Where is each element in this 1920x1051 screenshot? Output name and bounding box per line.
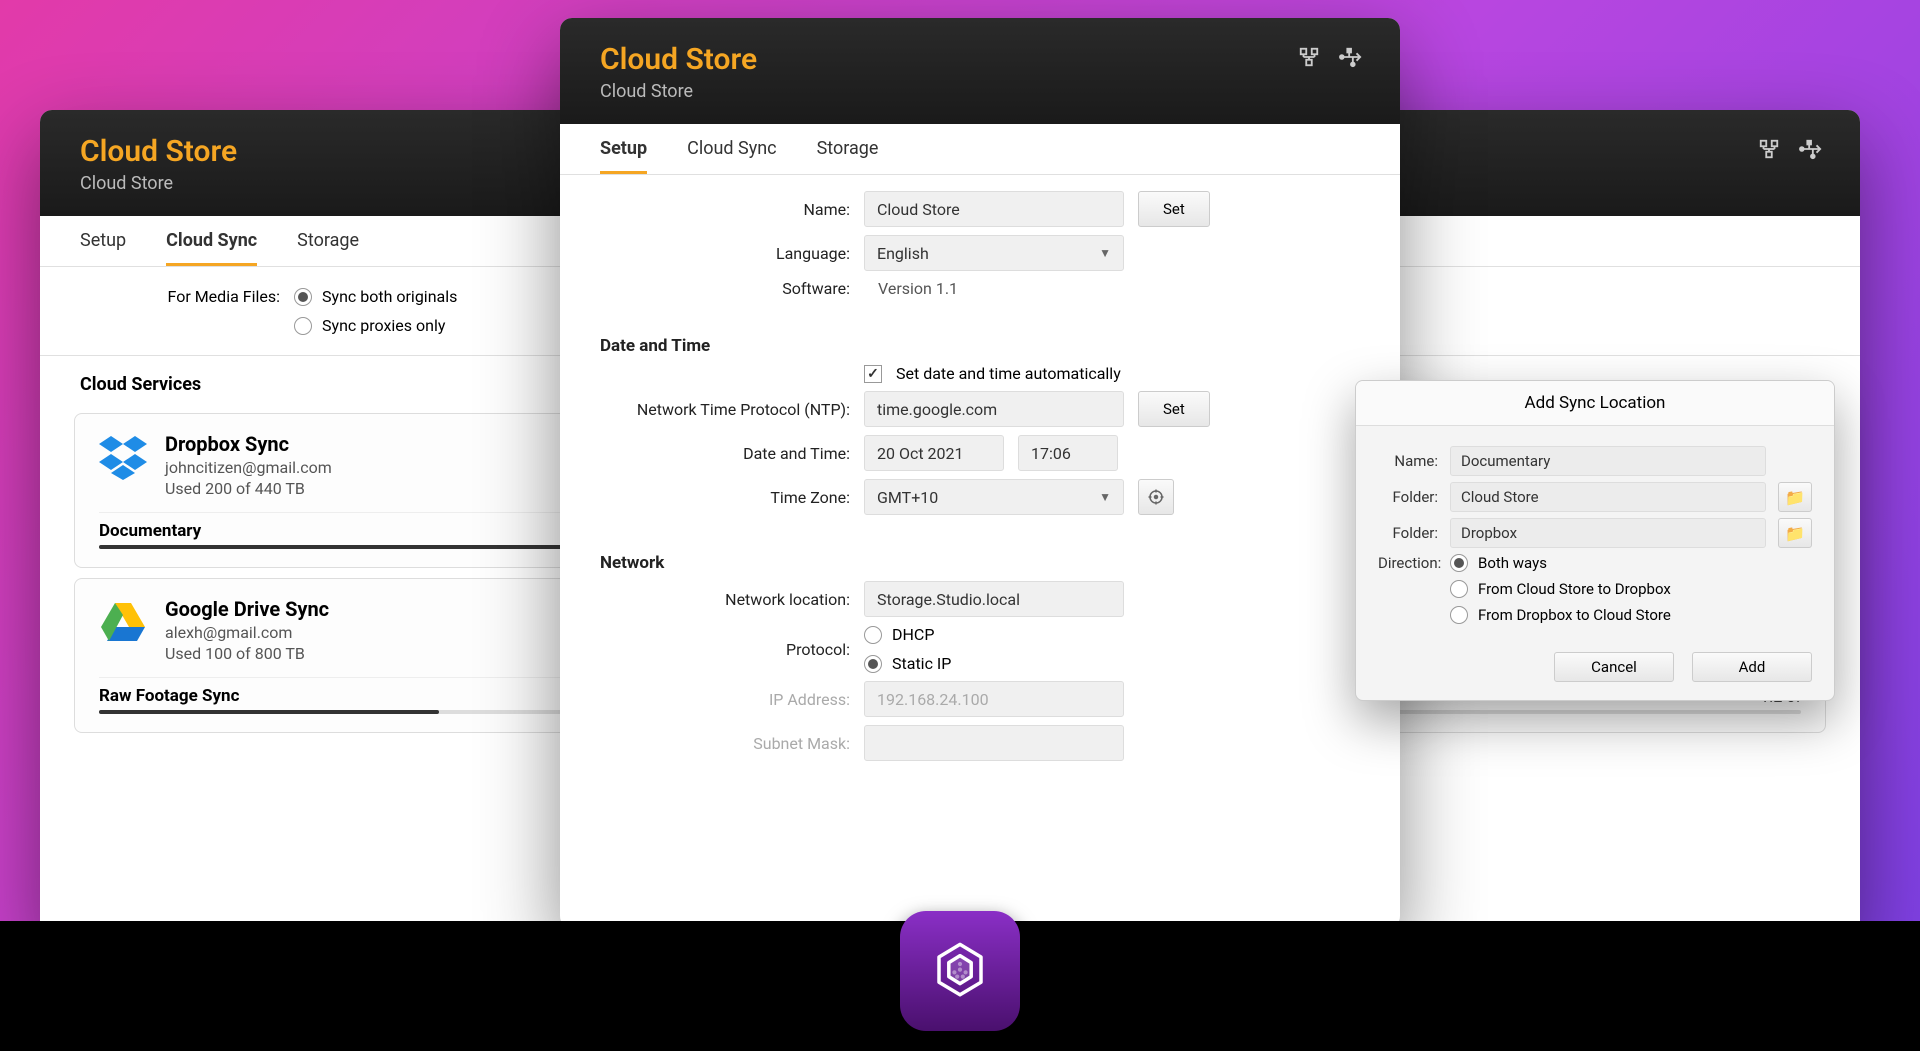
tab-storage[interactable]: Storage xyxy=(297,230,359,266)
dlg-folder1-label: Folder: xyxy=(1378,488,1438,506)
media-opt-proxies[interactable]: Sync proxies only xyxy=(294,316,457,335)
netloc-input portset[interactable]: Storage.Studio.local xyxy=(864,581,1124,617)
gdrive-icon xyxy=(99,597,147,645)
service-account: alexh@gmail.com xyxy=(165,623,329,642)
network-icon[interactable] xyxy=(1758,138,1780,160)
set-name-button[interactable]: Set xyxy=(1138,191,1210,227)
media-opt-both[interactable]: Sync both originals xyxy=(294,287,457,306)
browse-folder1-button[interactable]: 📁 xyxy=(1778,482,1812,512)
browse-folder2-button[interactable]: 📁 xyxy=(1778,518,1812,548)
service-usage: Used 200 of 440 TB xyxy=(165,479,332,498)
protocol-static[interactable]: Static IP xyxy=(864,654,951,673)
software-label: Software: xyxy=(600,279,850,298)
locate-timezone-button[interactable] xyxy=(1138,479,1174,515)
dlg-folder2-input[interactable]: Dropbox xyxy=(1450,518,1766,548)
usb-icon[interactable] xyxy=(1338,46,1364,68)
media-opt-label: Sync both originals xyxy=(322,287,457,306)
ntp-input[interactable]: time.google.com xyxy=(864,391,1124,427)
service-account: johncitizen@gmail.com xyxy=(165,458,332,477)
dialog-title: Add Sync Location xyxy=(1356,381,1834,426)
netloc-label: Network location: xyxy=(600,590,850,609)
network-icon[interactable] xyxy=(1298,46,1320,68)
radio-icon xyxy=(294,288,312,306)
timezone-label: Time Zone: xyxy=(600,488,850,507)
date-input[interactable]: 20 Oct 2021 xyxy=(864,435,1004,471)
service-title: Google Drive Sync xyxy=(165,597,329,621)
datetime-label: Date and Time: xyxy=(600,444,850,463)
dlg-folder2-label: Folder: xyxy=(1378,524,1438,542)
app-icon[interactable] xyxy=(900,911,1020,1031)
tabs-row: Setup Cloud Sync Storage xyxy=(560,124,1400,175)
window-title: Cloud Store xyxy=(600,42,1360,77)
set-ntp-button[interactable]: Set xyxy=(1138,391,1210,427)
window-header: Cloud Store Cloud Store xyxy=(560,18,1400,124)
dlg-name-label: Name: xyxy=(1378,452,1438,470)
direction-to-dropbox[interactable]: From Cloud Store to Dropbox xyxy=(1450,580,1671,598)
radio-icon xyxy=(864,655,882,673)
ntp-label: Network Time Protocol (NTP): xyxy=(600,400,850,419)
radio-icon xyxy=(294,317,312,335)
add-sync-dialog: Add Sync Location Name: Documentary Fold… xyxy=(1355,380,1835,701)
window-subtitle: Cloud Store xyxy=(600,81,1360,102)
folder-icon: 📁 xyxy=(1785,488,1805,507)
service-usage: Used 100 of 800 TB xyxy=(165,644,329,663)
name-label: Name: xyxy=(600,200,850,219)
language-label: Language: xyxy=(600,244,850,263)
time-input[interactable]: 17:06 xyxy=(1018,435,1118,471)
media-files-label: For Media Files: xyxy=(80,287,280,335)
ip-input[interactable]: 192.168.24.100 xyxy=(864,681,1124,717)
protocol-dhcp[interactable]: DHCP xyxy=(864,625,951,644)
subnet-input[interactable] xyxy=(864,725,1124,761)
radio-icon xyxy=(864,626,882,644)
window-setup: Cloud Store Cloud Store Setup Cloud Sync… xyxy=(560,18,1400,928)
tab-setup[interactable]: Setup xyxy=(80,230,126,266)
radio-icon xyxy=(1450,554,1468,572)
dlg-folder1-input[interactable]: Cloud Store xyxy=(1450,482,1766,512)
tab-cloudsync[interactable]: Cloud Sync xyxy=(166,230,257,266)
date-time-heading: Date and Time xyxy=(600,336,1360,356)
chevron-down-icon: ▼ xyxy=(1099,246,1111,260)
radio-icon xyxy=(1450,580,1468,598)
subnet-label: Subnet Mask: xyxy=(600,734,850,753)
chevron-down-icon: ▼ xyxy=(1099,490,1111,504)
media-opt-label: Sync proxies only xyxy=(322,316,445,335)
sync-name: Raw Footage Sync xyxy=(99,686,239,706)
software-version: Version 1.1 xyxy=(864,279,958,298)
dlg-direction-label: Direction: xyxy=(1378,554,1438,572)
usb-icon[interactable] xyxy=(1798,138,1824,160)
tab-setup[interactable]: Setup xyxy=(600,138,647,174)
sync-name: Documentary xyxy=(99,521,201,541)
dropbox-icon xyxy=(99,432,147,480)
dlg-name-input[interactable]: Documentary xyxy=(1450,446,1766,476)
add-button[interactable]: Add xyxy=(1692,652,1812,682)
tab-storage[interactable]: Storage xyxy=(817,138,879,174)
timezone-select[interactable]: GMT+10▼ xyxy=(864,479,1124,515)
cancel-button[interactable]: Cancel xyxy=(1554,652,1674,682)
folder-icon: 📁 xyxy=(1785,524,1805,543)
ip-label: IP Address: xyxy=(600,690,850,709)
direction-to-cloudstore[interactable]: From Dropbox to Cloud Store xyxy=(1450,606,1671,624)
auto-date-label: Set date and time automatically xyxy=(896,364,1121,383)
service-title: Dropbox Sync xyxy=(165,432,332,456)
auto-date-checkbox[interactable] xyxy=(864,365,882,383)
radio-icon xyxy=(1450,606,1468,624)
protocol-label: Protocol: xyxy=(600,640,850,659)
name-input[interactable]: Cloud Store xyxy=(864,191,1124,227)
tab-cloudsync[interactable]: Cloud Sync xyxy=(687,138,776,174)
language-select[interactable]: English▼ xyxy=(864,235,1124,271)
network-heading: Network xyxy=(600,553,1360,573)
direction-both[interactable]: Both ways xyxy=(1450,554,1671,572)
